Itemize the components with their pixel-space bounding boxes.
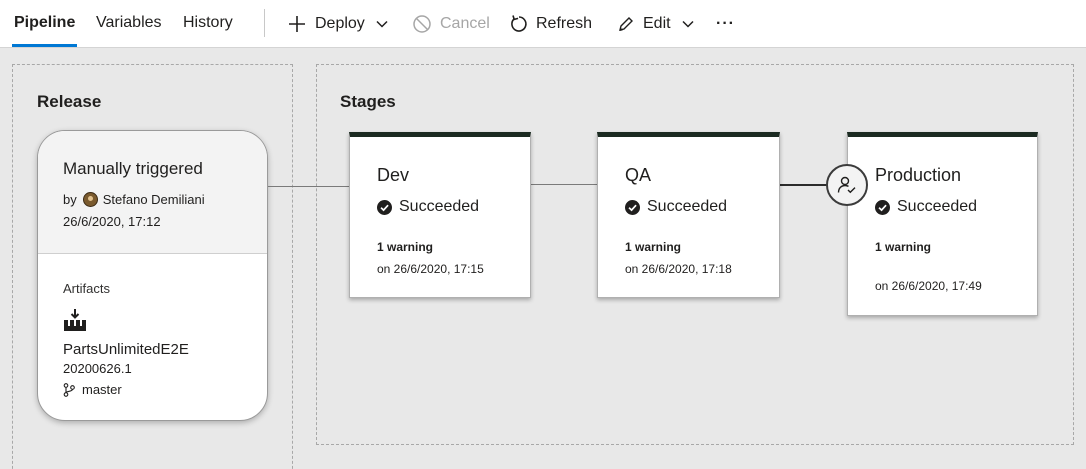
release-trigger-section: Manually triggered by Stefano Demiliani …	[38, 131, 267, 254]
artifact-branch: master	[63, 382, 122, 397]
stage-name: Production	[875, 165, 962, 185]
by-prefix: by	[63, 192, 77, 207]
release-card[interactable]: Manually triggered by Stefano Demiliani …	[37, 130, 268, 421]
cancel-icon	[413, 15, 431, 33]
plus-icon	[289, 16, 305, 32]
stages-panel-title: Stages	[340, 92, 396, 111]
toolbar: Pipeline Variables History Deploy Cancel…	[0, 0, 1086, 48]
stage-warning: 1 warning	[625, 240, 682, 254]
deploy-label: Deploy	[315, 15, 365, 32]
stage-name: QA	[625, 165, 652, 185]
stage-card-dev[interactable]: Dev Succeeded 1 warning on 26/6/2020, 17…	[349, 132, 531, 298]
edit-button[interactable]: Edit	[617, 0, 695, 48]
stage-status: Succeeded	[875, 198, 977, 216]
stage-status: Succeeded	[625, 198, 727, 216]
release-panel-title: Release	[37, 92, 102, 111]
cancel-label: Cancel	[440, 15, 490, 32]
stage-status-label: Succeeded	[647, 198, 728, 215]
stage-date: on 26/6/2020, 17:18	[625, 262, 732, 276]
stage-name: Dev	[377, 165, 410, 185]
user-name: Stefano Demiliani	[102, 192, 205, 207]
qa-to-production-connector	[780, 184, 828, 186]
build-artifact-icon	[64, 309, 86, 331]
chevron-down-icon	[376, 20, 388, 28]
stage-date: on 26/6/2020, 17:49	[875, 279, 982, 293]
approver-icon	[837, 176, 856, 194]
success-check-icon	[875, 199, 890, 215]
refresh-icon	[511, 15, 527, 32]
pre-deployment-approval-button[interactable]	[826, 164, 868, 206]
toolbar-divider	[264, 9, 265, 37]
stage-status-label: Succeeded	[897, 198, 978, 215]
artifact-version: 20200626.1	[63, 361, 132, 376]
stage-card-production[interactable]: Production Succeeded 1 warning on 26/6/2…	[847, 132, 1038, 316]
branch-name: master	[82, 382, 122, 397]
cancel-button[interactable]: Cancel	[412, 0, 490, 48]
tab-history[interactable]: History	[183, 0, 233, 48]
triggered-by: by Stefano Demiliani	[63, 192, 205, 207]
tab-variables[interactable]: Variables	[96, 0, 162, 48]
release-to-dev-connector	[268, 186, 350, 187]
trigger-label: Manually triggered	[63, 159, 203, 178]
stage-warning: 1 warning	[875, 240, 932, 254]
tab-pipeline[interactable]: Pipeline	[11, 0, 78, 48]
stage-status-label: Succeeded	[399, 198, 480, 215]
more-options-button[interactable]: ···	[716, 0, 735, 48]
stage-warning: 1 warning	[377, 240, 434, 254]
artifact-name[interactable]: PartsUnlimitedE2E	[63, 341, 189, 358]
release-date: 26/6/2020, 17:12	[63, 214, 161, 229]
refresh-button[interactable]: Refresh	[510, 0, 592, 48]
deploy-button[interactable]: Deploy	[287, 0, 389, 48]
pencil-icon	[619, 17, 633, 31]
dev-to-qa-connector	[530, 184, 598, 185]
edit-label: Edit	[643, 15, 671, 32]
chevron-down-icon	[682, 20, 694, 28]
artifacts-label: Artifacts	[63, 281, 110, 296]
success-check-icon	[625, 199, 640, 215]
stage-status: Succeeded	[377, 198, 479, 216]
branch-icon	[63, 382, 75, 397]
success-check-icon	[377, 199, 392, 215]
avatar	[82, 192, 98, 207]
refresh-label: Refresh	[536, 15, 593, 32]
stage-date: on 26/6/2020, 17:15	[377, 262, 484, 276]
stage-card-qa[interactable]: QA Succeeded 1 warning on 26/6/2020, 17:…	[597, 132, 780, 298]
